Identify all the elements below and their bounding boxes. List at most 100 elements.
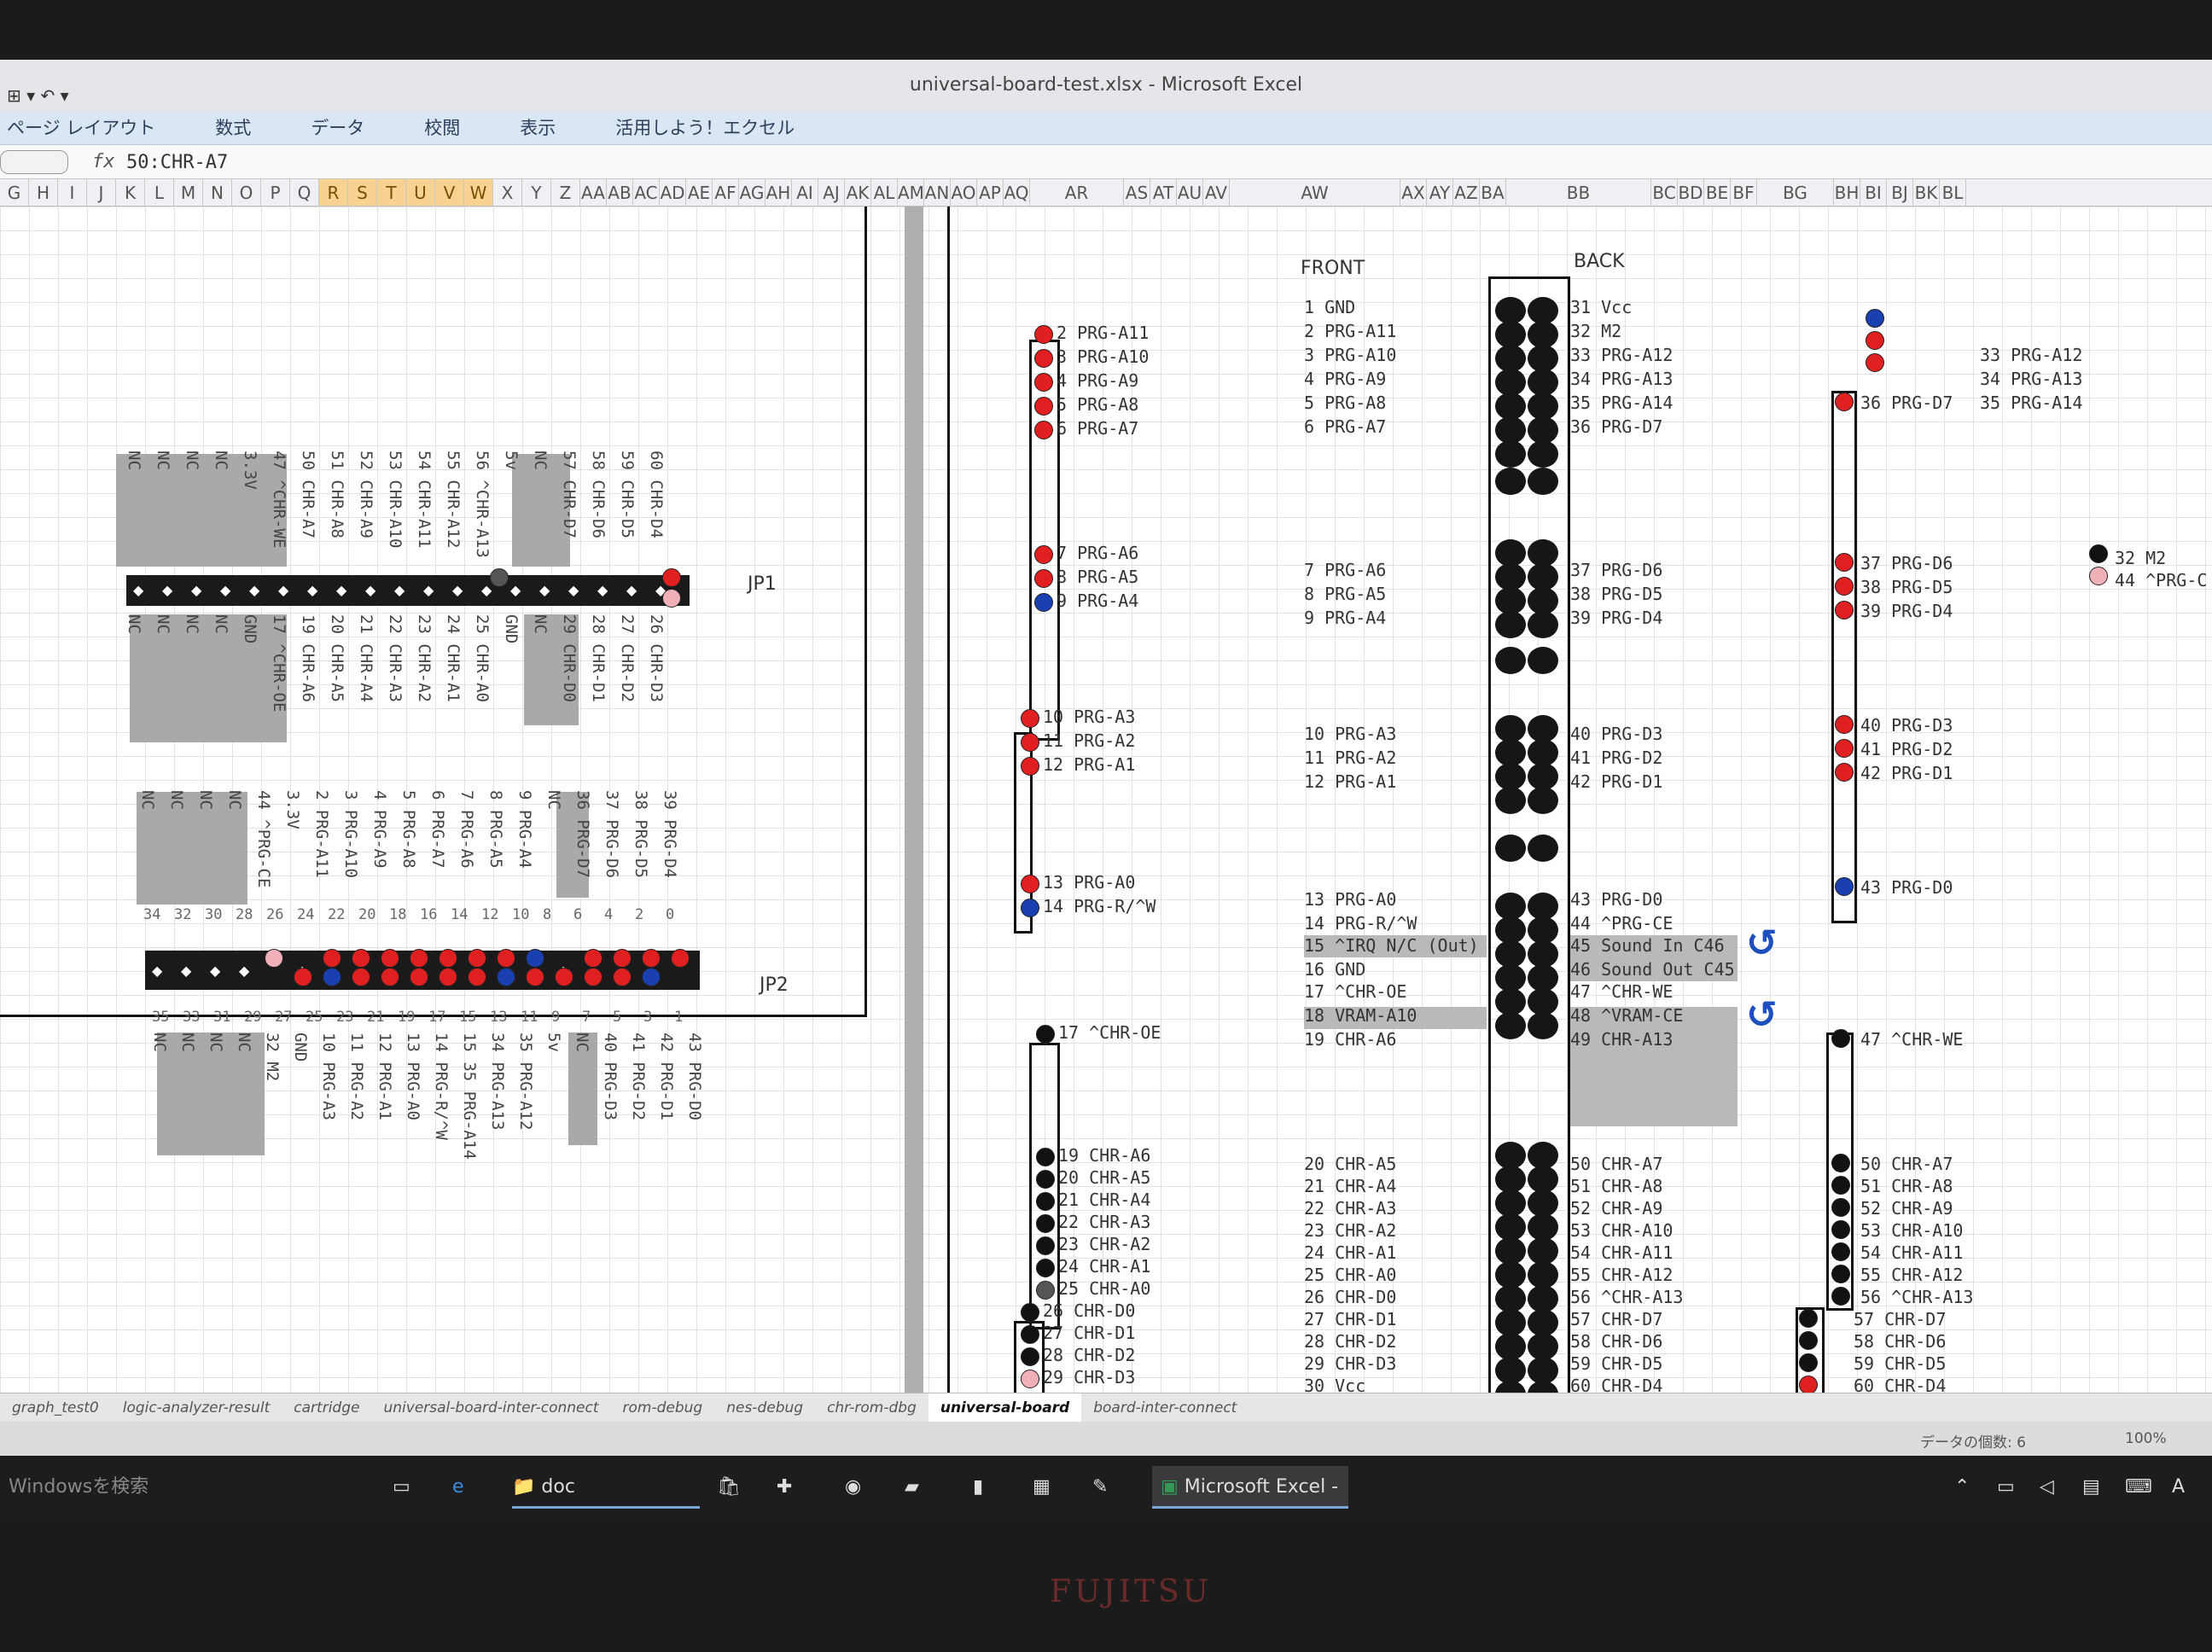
column-header[interactable]: AP: [977, 179, 1004, 206]
tray-chevron-icon[interactable]: ⌃: [1954, 1466, 1970, 1509]
fx-icon[interactable]: fx: [92, 151, 115, 172]
taskbar-doc[interactable]: 📁 doc: [512, 1466, 700, 1509]
column-header[interactable]: M: [174, 179, 203, 206]
column-header[interactable]: U: [406, 179, 435, 206]
column-header[interactable]: BK: [1913, 179, 1940, 206]
column-header[interactable]: AC: [633, 179, 660, 206]
pane-divider[interactable]: [905, 206, 923, 1393]
calculator-icon[interactable]: ▦: [1033, 1466, 1051, 1509]
column-header[interactable]: X: [493, 179, 522, 206]
column-header[interactable]: AY: [1427, 179, 1453, 206]
ribbon-tab[interactable]: 表示: [520, 111, 556, 145]
taskbar-search[interactable]: Windowsを検索: [9, 1466, 148, 1509]
network-icon[interactable]: ▭: [1997, 1466, 2015, 1509]
column-header[interactable]: G: [0, 179, 29, 206]
column-header[interactable]: AE: [686, 179, 713, 206]
formula-input[interactable]: 50:CHR-A7: [126, 152, 228, 173]
column-header[interactable]: AR: [1030, 179, 1124, 206]
column-header[interactable]: AS: [1124, 179, 1150, 206]
column-header[interactable]: BD: [1678, 179, 1704, 206]
column-header[interactable]: BC: [1651, 179, 1678, 206]
jp1-top-label: NC: [212, 451, 230, 470]
column-header[interactable]: BI: [1860, 179, 1887, 206]
chrome-icon[interactable]: ◉: [845, 1466, 861, 1509]
column-header[interactable]: AO: [951, 179, 977, 206]
column-header[interactable]: Z: [551, 179, 580, 206]
column-header[interactable]: S: [348, 179, 377, 206]
back-label: 46 Sound Out C45: [1570, 959, 1735, 980]
column-header[interactable]: AZ: [1453, 179, 1480, 206]
app-icon-2[interactable]: ▰: [905, 1466, 919, 1509]
store-icon[interactable]: 🛍: [717, 1466, 741, 1509]
column-header[interactable]: AH: [765, 179, 792, 206]
column-header[interactable]: AJ: [818, 179, 845, 206]
column-header[interactable]: AV: [1203, 179, 1230, 206]
column-header[interactable]: BL: [1940, 179, 1966, 206]
column-header[interactable]: AL: [871, 179, 898, 206]
column-header[interactable]: Q: [290, 179, 319, 206]
sheet-tab[interactable]: universal-board-inter-connect: [371, 1393, 610, 1422]
column-header[interactable]: W: [464, 179, 493, 206]
column-header[interactable]: BG: [1757, 179, 1834, 206]
sheet-tab[interactable]: rom-debug: [611, 1393, 715, 1422]
column-header[interactable]: AB: [607, 179, 633, 206]
ribbon-tab[interactable]: 活用しよう！エクセル: [615, 111, 795, 145]
sheet-tab[interactable]: chr-rom-dbg: [815, 1393, 928, 1422]
task-view-icon[interactable]: ▭: [393, 1466, 410, 1509]
ribbon-tab[interactable]: 数式: [215, 111, 251, 145]
worksheet-grid[interactable]: ◆ ◆ ◆ ◆ ◆ ◆ ◆ ◆ ◆ ◆ ◆ ◆ ◆ ◆ ◆ ◆ ◆ ◆ ◆ JP1 NC NC NC NC 3.3V 47 ^CH…: [0, 206, 2212, 1393]
column-header[interactable]: BF: [1731, 179, 1757, 206]
column-header[interactable]: Y: [522, 179, 551, 206]
column-header[interactable]: AG: [739, 179, 765, 206]
sheet-tab[interactable]: cartridge: [282, 1393, 371, 1422]
column-header[interactable]: BH: [1834, 179, 1860, 206]
column-header[interactable]: H: [29, 179, 58, 206]
column-header[interactable]: N: [203, 179, 232, 206]
app-icon-4[interactable]: ✎: [1092, 1466, 1108, 1509]
column-header[interactable]: AK: [845, 179, 871, 206]
ribbon-tab[interactable]: データ: [311, 111, 364, 145]
edge-icon[interactable]: e: [452, 1466, 464, 1509]
ribbon-tab[interactable]: ページ レイアウト: [7, 111, 155, 145]
sheet-tab[interactable]: nes-debug: [714, 1393, 815, 1422]
column-header[interactable]: K: [116, 179, 145, 206]
app-icon[interactable]: ✚: [777, 1466, 792, 1509]
keyboard-icon[interactable]: ⌨: [2125, 1466, 2152, 1509]
column-header[interactable]: R: [319, 179, 348, 206]
column-header[interactable]: L: [145, 179, 174, 206]
name-box[interactable]: [0, 150, 68, 174]
column-header[interactable]: AX: [1400, 179, 1427, 206]
column-header[interactable]: AM: [898, 179, 924, 206]
column-header[interactable]: J: [87, 179, 116, 206]
sheet-tab[interactable]: graph_test0: [0, 1393, 111, 1422]
column-header[interactable]: AA: [580, 179, 607, 206]
column-header[interactable]: AU: [1177, 179, 1203, 206]
sheet-tab[interactable]: board-inter-connect: [1081, 1393, 1249, 1422]
sheet-tab[interactable]: universal-board: [928, 1393, 1082, 1422]
column-header[interactable]: AQ: [1004, 179, 1030, 206]
column-header[interactable]: I: [58, 179, 87, 206]
column-header[interactable]: BJ: [1887, 179, 1913, 206]
column-header[interactable]: AN: [924, 179, 951, 206]
column-header[interactable]: AT: [1150, 179, 1177, 206]
column-header[interactable]: O: [232, 179, 261, 206]
column-header[interactable]: BB: [1506, 179, 1651, 206]
sheet-tab[interactable]: logic-analyzer-result: [111, 1393, 282, 1422]
column-header[interactable]: T: [377, 179, 406, 206]
column-header[interactable]: P: [261, 179, 290, 206]
column-header[interactable]: AD: [660, 179, 686, 206]
volume-icon[interactable]: ◁: [2040, 1466, 2054, 1509]
taskbar-excel[interactable]: ▣ Microsoft Excel - u...: [1152, 1466, 1348, 1509]
ribbon-tab[interactable]: 校閲: [424, 111, 460, 145]
column-header[interactable]: AF: [713, 179, 739, 206]
zoom-level[interactable]: 100%: [2125, 1430, 2167, 1447]
column-header[interactable]: BA: [1480, 179, 1506, 206]
column-header[interactable]: V: [435, 179, 464, 206]
column-header[interactable]: AW: [1230, 179, 1400, 206]
ar-pin-dot: [1034, 593, 1053, 612]
column-header[interactable]: BE: [1704, 179, 1731, 206]
app-icon-3[interactable]: ▮: [973, 1466, 983, 1509]
column-header[interactable]: AI: [792, 179, 818, 206]
notification-icon[interactable]: ▤: [2082, 1466, 2100, 1509]
ime-indicator[interactable]: A: [2172, 1466, 2185, 1509]
